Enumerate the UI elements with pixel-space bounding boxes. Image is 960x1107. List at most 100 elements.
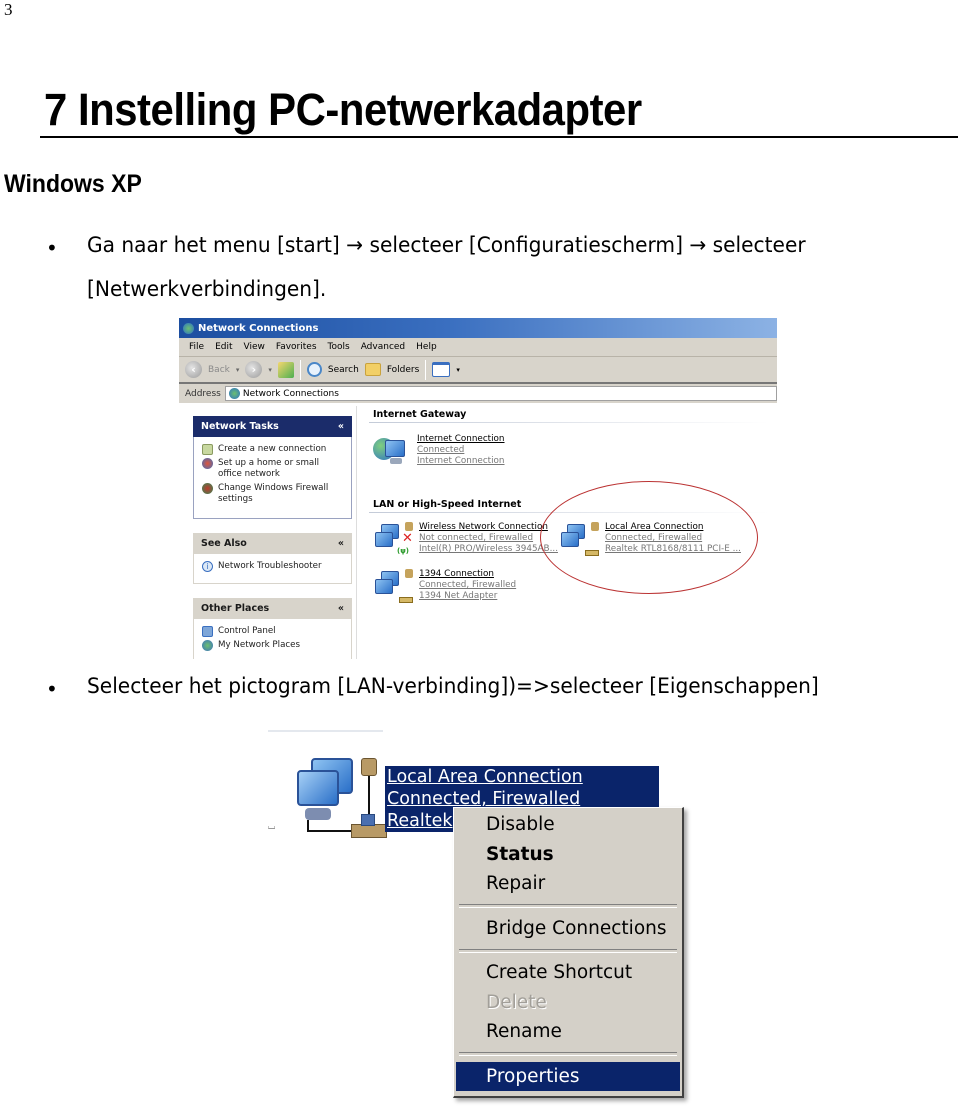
address-bar: Address Network Connections — [179, 384, 777, 403]
network-tasks-panel: Network Tasks « Create a new connection … — [193, 416, 352, 519]
group-title: Internet Gateway — [373, 409, 467, 420]
address-value: Network Connections — [242, 388, 339, 399]
link-network-troubleshooter[interactable]: i Network Troubleshooter — [202, 561, 343, 572]
connection-status: Connected — [417, 445, 465, 455]
back-arrow-icon[interactable]: ‹ — [185, 361, 202, 378]
views-dropdown-icon[interactable]: ▾ — [456, 366, 460, 374]
panel-header[interactable]: Network Tasks « — [193, 416, 352, 437]
panel-title: See Also — [201, 538, 247, 549]
menu-separator — [456, 1047, 680, 1062]
collapse-chevron-icon[interactable]: « — [338, 538, 344, 549]
chapter-heading: 7 Instelling PC-netwerkadapter — [44, 84, 642, 135]
back-button[interactable]: Back — [208, 365, 230, 375]
search-button[interactable]: Search — [328, 365, 359, 375]
search-icon[interactable] — [306, 362, 322, 377]
address-label: Address — [185, 388, 221, 399]
toolbar: ‹ Back ▾ › ▾ Search Folders ▾ — [179, 357, 777, 384]
link-label: My Network Places — [218, 640, 301, 650]
menu-item-create-shortcut[interactable]: Create Shortcut — [456, 958, 680, 988]
menu-help[interactable]: Help — [416, 342, 437, 352]
network-connections-screenshot: Network Connections File Edit View Favor… — [179, 318, 777, 659]
menu-item-status[interactable]: Status — [456, 840, 680, 870]
folders-icon[interactable] — [364, 363, 381, 376]
connection-device: 1394 Net Adapter — [419, 591, 498, 601]
network-plug-icon — [399, 597, 413, 603]
menu-item-properties[interactable]: Properties — [456, 1061, 680, 1091]
control-panel-icon — [202, 626, 213, 637]
wireless-connection-icon: ✕ (ψ) — [375, 522, 413, 558]
menu-favorites[interactable]: Favorites — [276, 342, 317, 352]
menu-item-disable[interactable]: Disable — [456, 810, 680, 840]
instruction-1-line-1: Ga naar het menu [start] → selecteer [Co… — [87, 233, 806, 257]
internet-connection-icon — [373, 434, 411, 470]
collapse-chevron-icon[interactable]: « — [338, 421, 344, 432]
address-field[interactable]: Network Connections — [224, 386, 777, 401]
disconnected-x-icon: ✕ — [402, 531, 413, 546]
panel-title: Network Tasks — [201, 421, 279, 432]
lock-icon — [361, 758, 377, 776]
network-connections-icon — [228, 388, 240, 399]
connection-internet[interactable]: Internet Connection Connected Internet C… — [373, 434, 505, 470]
lock-icon — [405, 569, 413, 578]
menu-item-repair[interactable]: Repair — [456, 869, 680, 899]
connection-device: Internet Connection — [417, 456, 505, 466]
menu-tools[interactable]: Tools — [328, 342, 350, 352]
folders-button[interactable]: Folders — [387, 365, 420, 375]
page-number: 3 — [4, 0, 13, 19]
task-label: Change Windows Firewall settings — [218, 483, 329, 504]
menu-view[interactable]: View — [244, 342, 265, 352]
connection-name: Local Area Connection — [387, 767, 583, 787]
panel-header[interactable]: See Also « — [193, 533, 352, 554]
menu-item-rename[interactable]: Rename — [456, 1017, 680, 1047]
collapse-chevron-icon[interactable]: « — [338, 603, 344, 614]
bullet-icon: • — [46, 677, 58, 701]
network-places-icon — [202, 640, 213, 651]
toolbar-separator — [425, 359, 427, 380]
link-label: Network Troubleshooter — [218, 561, 322, 571]
task-firewall[interactable]: Change Windows Firewall settings — [202, 483, 343, 505]
task-label: Create a new connection — [218, 444, 327, 454]
group-title: LAN or High-Speed Internet — [373, 499, 522, 510]
menu-edit[interactable]: Edit — [215, 342, 232, 352]
heading-rule — [40, 136, 958, 138]
menu-item-delete: Delete — [486, 991, 547, 1013]
window-titlebar: Network Connections — [179, 318, 777, 338]
lan-connection-icon[interactable] — [293, 758, 388, 843]
panel-header[interactable]: Other Places « — [193, 598, 352, 619]
task-label: Set up a home or small office network — [218, 458, 320, 479]
context-menu: Disable Status Repair Bridge Connections… — [453, 807, 684, 1098]
firewall-icon — [202, 483, 213, 494]
connection-name: Wireless Network Connection — [419, 522, 548, 532]
new-connection-icon — [202, 444, 213, 455]
truncated-label: ⌴ — [268, 822, 276, 832]
menu-bar: File Edit View Favorites Tools Advanced … — [179, 338, 777, 357]
panel-title: Other Places — [201, 603, 270, 614]
menu-separator — [456, 899, 680, 914]
connection-status: Connected, Firewalled — [419, 580, 517, 590]
bullet-icon: • — [46, 236, 58, 260]
toolbar-separator — [299, 359, 301, 380]
connection-name: 1394 Connection — [419, 569, 494, 579]
window-title: Network Connections — [198, 322, 319, 334]
menu-file[interactable]: File — [189, 342, 204, 352]
menu-item-bridge-connections[interactable]: Bridge Connections — [456, 914, 680, 944]
connection-status: Not connected, Firewalled — [419, 533, 534, 543]
connection-name: Internet Connection — [417, 434, 505, 444]
forward-dropdown-icon[interactable]: ▾ — [268, 366, 272, 374]
task-home-network[interactable]: Set up a home or small office network — [202, 458, 343, 480]
forward-arrow-icon[interactable]: › — [245, 361, 263, 378]
link-control-panel[interactable]: Control Panel — [202, 626, 343, 637]
info-icon: i — [202, 561, 213, 572]
views-icon[interactable] — [432, 362, 451, 377]
screenshot-edge — [268, 730, 383, 732]
menu-advanced[interactable]: Advanced — [361, 342, 405, 352]
group-divider — [369, 422, 769, 423]
connection-wireless[interactable]: ✕ (ψ) Wireless Network Connection Not co… — [375, 522, 558, 558]
task-create-connection[interactable]: Create a new connection — [202, 444, 343, 455]
link-my-network-places[interactable]: My Network Places — [202, 640, 343, 651]
section-heading: Windows XP — [4, 170, 142, 198]
connection-1394[interactable]: 1394 Connection Connected, Firewalled 13… — [375, 569, 516, 605]
up-folder-icon[interactable] — [277, 361, 294, 378]
see-also-panel: See Also « i Network Troubleshooter — [193, 533, 352, 584]
back-dropdown-icon[interactable]: ▾ — [236, 366, 240, 374]
